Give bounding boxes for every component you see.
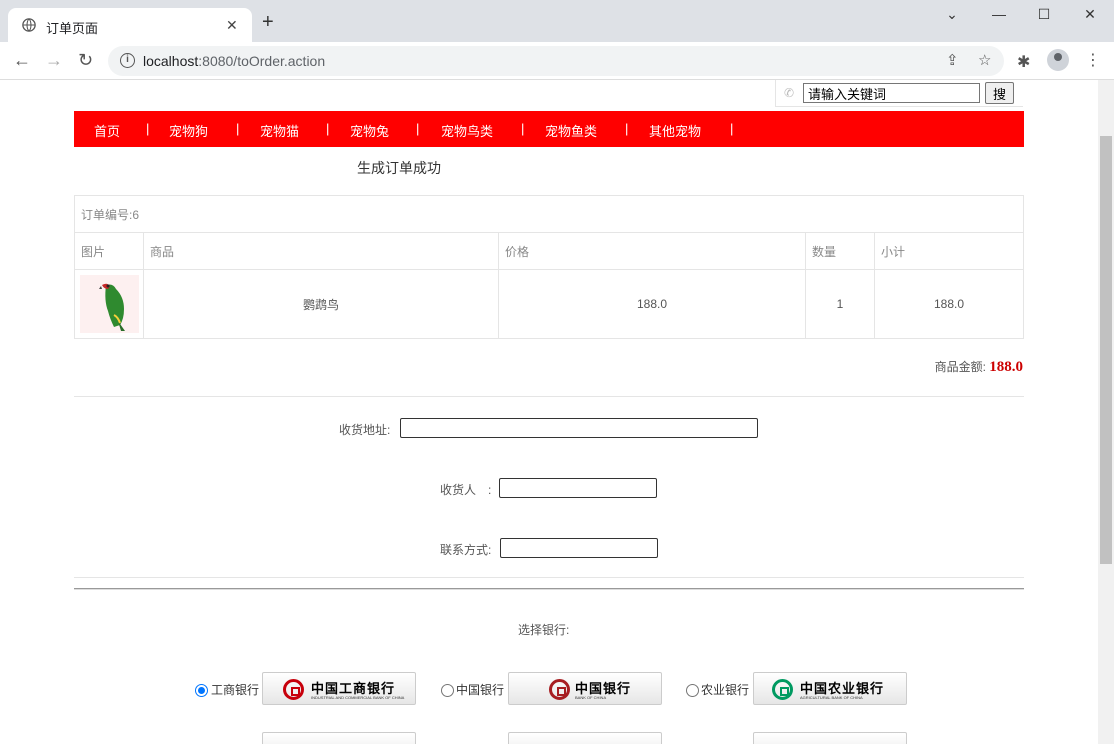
nav-separator: |	[236, 121, 240, 136]
table-row: 鹦鹉鸟 188.0 1 188.0	[74, 269, 1024, 339]
address-input[interactable]	[400, 418, 758, 438]
share-icon[interactable]: ⇪	[946, 51, 959, 69]
bank-radio-boc[interactable]	[441, 684, 454, 697]
product-image-cell	[74, 269, 144, 339]
search-area: ✆ 搜	[775, 80, 1023, 107]
nav-item-home[interactable]: 首页	[94, 121, 120, 140]
order-number: 订单编号:6	[74, 195, 1024, 233]
divider	[74, 588, 1024, 590]
back-icon[interactable]: ←	[13, 50, 31, 70]
bank-radio-icbc[interactable]	[195, 684, 208, 697]
bank-logo-next-2[interactable]	[508, 732, 662, 744]
chevron-down-icon[interactable]: ⌄	[937, 6, 967, 26]
nav-item-birds[interactable]: 宠物鸟类	[441, 121, 493, 140]
parrot-icon	[98, 283, 125, 331]
page-viewport: ✆ 搜 首页 | 宠物狗 | 宠物猫 | 宠物兔 | 宠物鸟类 | 宠物鱼类 |…	[0, 80, 1098, 744]
order-table: 订单编号:6 图片 商品 价格 数量 小计 鹦鹉鸟 188.0 1 188.0	[74, 195, 1024, 339]
info-icon[interactable]: i	[120, 53, 135, 68]
browser-toolbar: ← → ↻ i localhost:8080/toOrder.action ⇪ …	[0, 42, 1114, 80]
total-label: 商品金额:	[934, 360, 986, 374]
url-text: localhost:8080/toOrder.action	[143, 53, 326, 69]
close-tab-icon[interactable]: ✕	[226, 17, 238, 34]
address-label: 收货地址:	[339, 423, 391, 437]
nav-item-dogs[interactable]: 宠物狗	[169, 121, 208, 140]
nav-item-rabbits[interactable]: 宠物兔	[350, 121, 389, 140]
star-icon[interactable]: ☆	[978, 51, 991, 69]
reload-icon[interactable]: ↻	[78, 50, 93, 70]
bank-radio-abc[interactable]	[686, 684, 699, 697]
minimize-icon[interactable]: —	[984, 6, 1014, 26]
profile-avatar[interactable]	[1047, 49, 1069, 71]
nav-item-other[interactable]: 其他宠物	[649, 121, 701, 140]
address-bar[interactable]: i localhost:8080/toOrder.action ⇪ ☆	[108, 46, 1004, 76]
bank-label-abc[interactable]: 农业银行	[701, 681, 749, 698]
column-header-price: 价格	[498, 232, 806, 270]
browser-tab[interactable]: 订单页面 ✕	[8, 8, 252, 42]
menu-icon[interactable]: ⋮	[1085, 50, 1101, 70]
phone-icon: ✆	[784, 86, 795, 100]
search-input[interactable]	[803, 83, 980, 103]
icbc-logo-icon	[283, 679, 304, 700]
column-header-image: 图片	[74, 232, 144, 270]
order-total: 商品金额: 188.0	[935, 358, 1023, 376]
product-subtotal: 188.0	[874, 269, 1024, 339]
new-tab-icon[interactable]: +	[262, 12, 274, 32]
page-scrollbar[interactable]	[1098, 80, 1114, 744]
product-price: 188.0	[498, 269, 806, 339]
bank-section-title: 选择银行:	[518, 623, 570, 637]
column-header-product: 商品	[143, 232, 499, 270]
bank-label-boc[interactable]: 中国银行	[456, 681, 504, 698]
phone-label: 联系方式:	[440, 543, 492, 557]
nav-separator: |	[146, 121, 150, 136]
maximize-icon[interactable]: ☐	[1029, 6, 1059, 26]
receiver-input[interactable]	[499, 478, 657, 498]
nav-separator: |	[625, 121, 629, 136]
globe-icon	[22, 18, 36, 32]
bank-logo-abc[interactable]: 中国农业银行 AGRICULTURAL BANK OF CHINA	[753, 672, 907, 705]
column-header-subtotal: 小计	[874, 232, 1024, 270]
nav-separator: |	[416, 121, 420, 136]
bank-label-icbc[interactable]: 工商银行	[211, 681, 259, 698]
total-value: 188.0	[989, 359, 1023, 375]
column-header-quantity: 数量	[805, 232, 875, 270]
boc-logo-icon	[549, 679, 570, 700]
bank-logo-boc[interactable]: 中国银行 BANK OF CHINA	[508, 672, 662, 705]
product-name: 鹦鹉鸟	[143, 269, 499, 339]
divider	[74, 396, 1024, 397]
search-button[interactable]: 搜	[985, 82, 1014, 104]
bank-logo-icbc[interactable]: 中国工商银行 INDUSTRIAL AND COMMERCIAL BANK OF…	[262, 672, 416, 705]
category-nav: 首页 | 宠物狗 | 宠物猫 | 宠物兔 | 宠物鸟类 | 宠物鱼类 | 其他宠…	[74, 111, 1024, 147]
forward-icon[interactable]: →	[45, 50, 63, 70]
product-quantity: 1	[805, 269, 875, 339]
browser-tab-bar: 订单页面 ✕ + ⌄ — ☐ ✕	[0, 0, 1114, 42]
scrollbar-thumb[interactable]	[1100, 136, 1112, 564]
nav-separator: |	[730, 121, 734, 136]
parrot-image[interactable]	[79, 275, 139, 333]
extensions-icon[interactable]: ✱	[1017, 52, 1030, 72]
close-window-icon[interactable]: ✕	[1075, 6, 1105, 26]
success-message: 生成订单成功	[357, 160, 441, 176]
abc-logo-icon	[772, 679, 793, 700]
nav-separator: |	[521, 121, 525, 136]
bank-logo-next-3[interactable]	[753, 732, 907, 744]
nav-item-cats[interactable]: 宠物猫	[260, 121, 299, 140]
nav-item-fish[interactable]: 宠物鱼类	[545, 121, 597, 140]
bank-logo-next-1[interactable]	[262, 732, 416, 744]
tab-title: 订单页面	[46, 21, 99, 36]
nav-separator: |	[326, 121, 330, 136]
divider	[74, 577, 1024, 578]
phone-input[interactable]	[500, 538, 658, 558]
receiver-label: 收货人 :	[440, 483, 492, 497]
